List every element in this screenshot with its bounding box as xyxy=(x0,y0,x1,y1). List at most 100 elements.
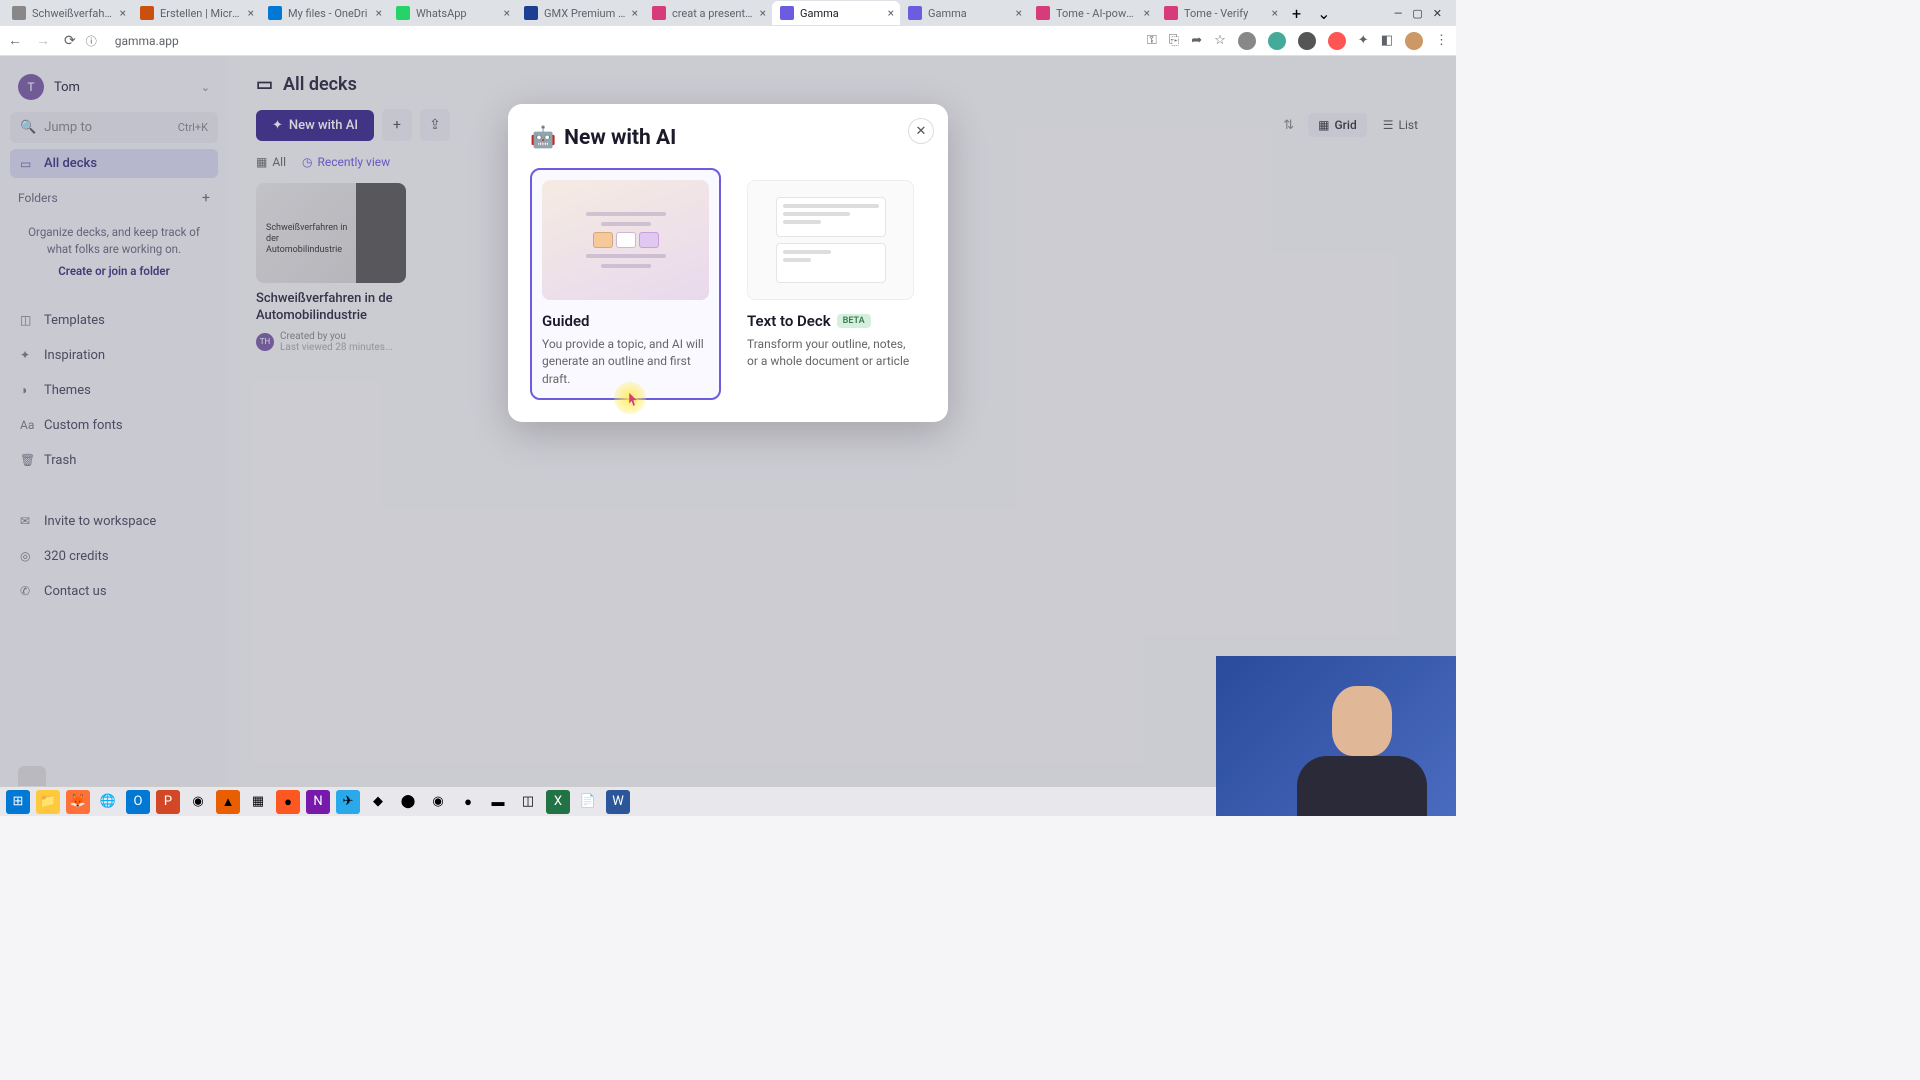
extension-icon[interactable] xyxy=(1268,32,1286,50)
tab-dropdown[interactable]: ⌄ xyxy=(1309,4,1338,23)
close-icon[interactable]: × xyxy=(632,6,638,20)
browser-tab[interactable]: Tome - AI-powere × xyxy=(1028,1,1156,25)
close-icon[interactable]: × xyxy=(888,6,894,20)
tab-title: Gamma xyxy=(800,7,882,20)
ai-icon: 🤖 xyxy=(530,126,556,150)
install-icon[interactable]: ⎘ xyxy=(1169,33,1179,48)
explorer-icon[interactable]: 📁 xyxy=(36,790,60,814)
telegram-icon[interactable]: ✈ xyxy=(336,790,360,814)
chrome-icon[interactable]: 🌐 xyxy=(96,790,120,814)
browser-tab[interactable]: My files - OneDri× xyxy=(260,1,388,25)
favicon xyxy=(1164,6,1178,20)
menu-icon[interactable]: ⋮ xyxy=(1435,33,1448,48)
app-icon[interactable]: ● xyxy=(456,790,480,814)
app-icon[interactable]: ● xyxy=(276,790,300,814)
app-icon[interactable]: ◫ xyxy=(516,790,540,814)
close-icon[interactable]: × xyxy=(504,6,510,20)
tab-title: Gamma xyxy=(928,7,1010,20)
tab-title: creat a presentati xyxy=(672,7,754,20)
close-icon[interactable]: × xyxy=(1144,6,1150,20)
tab-title: Erstellen | Micros xyxy=(160,7,242,20)
word-icon[interactable]: W xyxy=(606,790,630,814)
key-icon[interactable]: ⚿ xyxy=(1147,33,1157,48)
site-info-icon[interactable]: ⓘ xyxy=(86,33,97,49)
browser-tab[interactable]: WhatsApp × xyxy=(388,1,516,25)
url-text: gamma.app xyxy=(115,34,179,48)
tab-title: Tome - Verify xyxy=(1184,7,1266,20)
vlc-icon[interactable]: ▲ xyxy=(216,790,240,814)
share-icon[interactable]: ➦ xyxy=(1191,33,1202,48)
favicon xyxy=(652,6,666,20)
text2deck-preview xyxy=(747,180,914,300)
close-icon[interactable]: × xyxy=(1016,6,1022,20)
maximize-icon[interactable]: ▢ xyxy=(1412,7,1422,20)
app-icon[interactable]: ▦ xyxy=(246,790,270,814)
favicon xyxy=(1036,6,1050,20)
firefox-icon[interactable]: 🦊 xyxy=(66,790,90,814)
browser-tab[interactable]: creat a presentati × xyxy=(644,1,772,25)
url-input[interactable]: gamma.app xyxy=(107,34,1137,48)
option-title: Guided xyxy=(542,312,589,330)
webcam-overlay xyxy=(1216,656,1456,816)
app-icon[interactable]: ◉ xyxy=(186,790,210,814)
bookmark-icon[interactable]: ☆ xyxy=(1214,33,1226,48)
address-bar-row: ← → ⟳ ⓘ gamma.app ⚿ ⎘ ➦ ☆ ✦ ◧ ⋮ xyxy=(0,26,1456,56)
option-title: Text to Deck xyxy=(747,312,831,330)
option-description: You provide a topic, and AI will generat… xyxy=(542,336,709,388)
browser-tab[interactable]: Erstellen | Micros × xyxy=(132,1,260,25)
tab-title: GMX Premium - E xyxy=(544,7,626,20)
favicon xyxy=(140,6,154,20)
sidepanel-icon[interactable]: ◧ xyxy=(1381,33,1393,48)
text-to-deck-option[interactable]: Text to Deck BETA Transform your outline… xyxy=(735,168,926,400)
outlook-icon[interactable]: O xyxy=(126,790,150,814)
minimize-icon[interactable]: — xyxy=(1394,7,1403,20)
browser-chrome: Schweißverfahren × Erstellen | Micros × My… xyxy=(0,0,1456,56)
forward-icon[interactable]: → xyxy=(36,32,50,49)
reload-icon[interactable]: ⟳ xyxy=(64,33,76,49)
extensions-icon[interactable]: ✦ xyxy=(1358,33,1369,48)
new-with-ai-modal: ✕ 🤖 New with AI xyxy=(508,104,948,422)
favicon xyxy=(12,6,26,20)
new-tab-button[interactable]: + xyxy=(1284,4,1309,23)
tab-title: WhatsApp xyxy=(416,7,498,20)
app-icon[interactable]: ◉ xyxy=(426,790,450,814)
guided-preview xyxy=(542,180,709,300)
favicon xyxy=(268,6,282,20)
favicon xyxy=(396,6,410,20)
option-description: Transform your outline, notes, or a whol… xyxy=(747,336,914,371)
app-icon[interactable]: ▬ xyxy=(486,790,510,814)
excel-icon[interactable]: X xyxy=(546,790,570,814)
extension-icon[interactable] xyxy=(1328,32,1346,50)
back-icon[interactable]: ← xyxy=(8,32,22,49)
beta-badge: BETA xyxy=(837,314,871,328)
favicon xyxy=(908,6,922,20)
powerpoint-icon[interactable]: P xyxy=(156,790,180,814)
browser-tab[interactable]: Gamma × xyxy=(900,1,1028,25)
close-window-icon[interactable]: ✕ xyxy=(1433,7,1442,20)
close-icon[interactable]: × xyxy=(760,6,766,20)
profile-avatar[interactable] xyxy=(1405,32,1423,50)
tab-title: Tome - AI-powere xyxy=(1056,7,1138,20)
obs-icon[interactable]: ⬤ xyxy=(396,790,420,814)
close-modal-button[interactable]: ✕ xyxy=(908,118,934,144)
extension-icon[interactable] xyxy=(1238,32,1256,50)
close-icon[interactable]: × xyxy=(1272,6,1278,20)
favicon xyxy=(524,6,538,20)
close-icon[interactable]: × xyxy=(376,6,382,20)
onenote-icon[interactable]: N xyxy=(306,790,330,814)
browser-tab[interactable]: Tome - Verify × xyxy=(1156,1,1284,25)
tab-title: Schweißverfahren xyxy=(32,7,114,20)
app-icon[interactable]: ◆ xyxy=(366,790,390,814)
tabs-row: Schweißverfahren × Erstellen | Micros × My… xyxy=(0,0,1456,26)
extension-icon[interactable] xyxy=(1298,32,1316,50)
guided-option[interactable]: Guided You provide a topic, and AI will … xyxy=(530,168,721,400)
browser-tab[interactable]: Schweißverfahren × xyxy=(4,1,132,25)
start-button[interactable]: ⊞ xyxy=(6,790,30,814)
modal-title: New with AI xyxy=(564,126,676,150)
close-icon[interactable]: × xyxy=(248,6,254,20)
notepad-icon[interactable]: 📄 xyxy=(576,790,600,814)
favicon xyxy=(780,6,794,20)
close-icon[interactable]: × xyxy=(120,6,126,20)
browser-tab-active[interactable]: Gamma × xyxy=(772,1,900,25)
browser-tab[interactable]: GMX Premium - E × xyxy=(516,1,644,25)
